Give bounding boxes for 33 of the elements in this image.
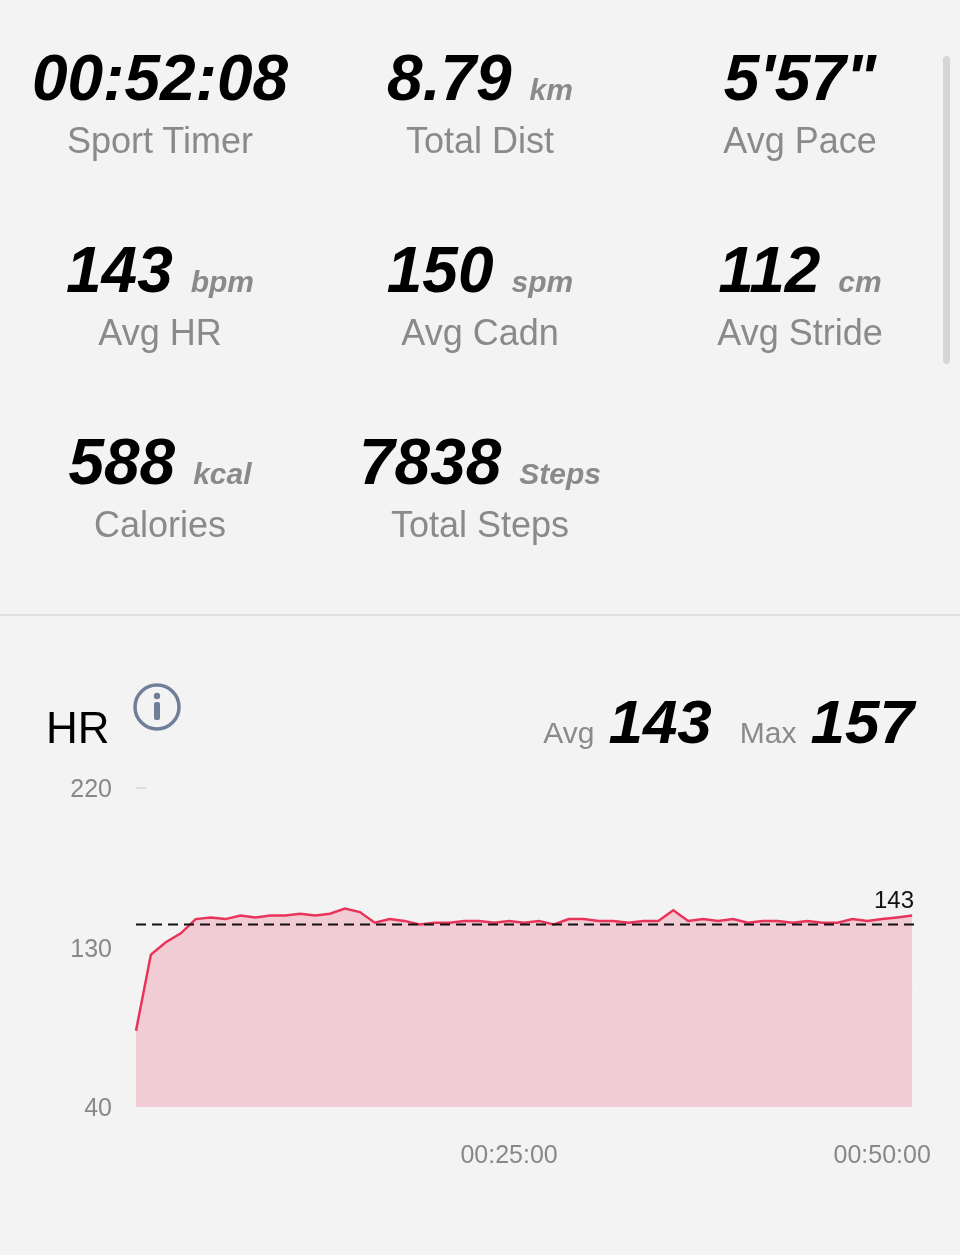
stat-label: Avg Pace	[723, 119, 877, 163]
x-axis-label: 00:50:00	[833, 1140, 931, 1168]
stat-value: 00:52:08	[31, 41, 289, 116]
stat-value: 8.79	[387, 41, 512, 116]
section-title: HR	[46, 703, 110, 753]
stat-value: 143	[65, 233, 173, 308]
y-axis-label: 220	[70, 774, 112, 802]
stat-label: Avg Stride	[717, 311, 883, 355]
stat-unit: spm	[511, 265, 574, 299]
x-axis-label: 00:25:00	[460, 1140, 558, 1168]
stat-label: Avg HR	[98, 311, 222, 355]
stat-label: Total Dist	[405, 119, 554, 163]
stat-value: 112	[718, 233, 821, 308]
max-label: Max	[739, 716, 797, 750]
stat-label: Avg Cadn	[401, 311, 559, 355]
average-line-label: 143	[873, 886, 914, 914]
stat-unit: Steps	[519, 457, 602, 491]
stat-value: 588	[68, 425, 176, 500]
stat-unit: bpm	[190, 265, 255, 299]
stat-unit: kcal	[193, 457, 252, 491]
stat-unit: km	[529, 73, 573, 107]
info-icon[interactable]	[131, 682, 182, 732]
avg-value: 143	[608, 686, 712, 757]
stat-value: 150	[386, 233, 494, 308]
stat-label: Calories	[93, 503, 226, 547]
y-axis-label: 130	[70, 933, 112, 962]
stat-value: 7838	[358, 425, 502, 500]
y-axis-label: 40	[84, 1093, 112, 1121]
stat-unit: cm	[838, 265, 882, 299]
stat-label: Total Steps	[390, 503, 570, 547]
stat-value: 5'57"	[723, 41, 877, 116]
avg-label: Avg	[543, 716, 595, 750]
stat-label: Sport Timer	[66, 119, 253, 163]
